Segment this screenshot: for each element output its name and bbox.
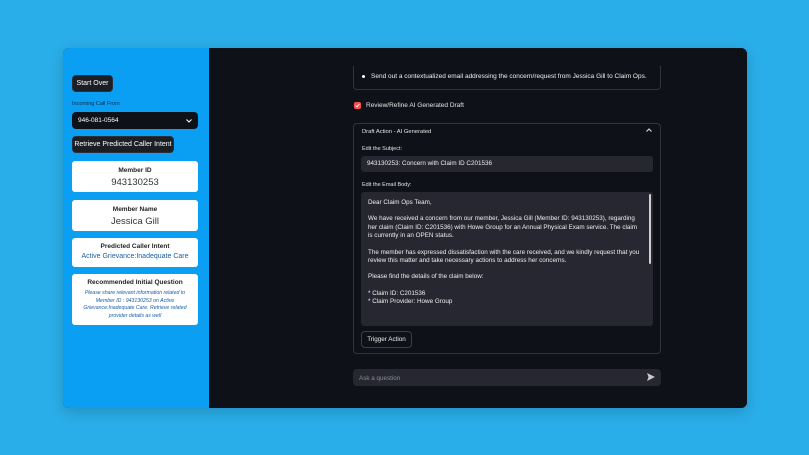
main-panel: Send out a contextualized email addressi…	[209, 48, 747, 408]
caller-intent-value: Active Grievance:Inadequate Care	[81, 253, 189, 260]
sidebar: Start Over Incoming Call From 946-081-05…	[63, 48, 209, 408]
review-draft-checkbox[interactable]	[354, 102, 361, 109]
initial-question-title: Recommended Initial Question	[87, 279, 183, 286]
subject-input[interactable]: 943130253: Concern with Claim ID C201536	[361, 156, 653, 172]
incoming-call-select[interactable]: 946-081-0564	[72, 112, 198, 129]
app-window: Start Over Incoming Call From 946-081-05…	[63, 48, 747, 408]
incoming-call-value: 946-081-0564	[78, 117, 119, 124]
chat-input-bar	[353, 369, 661, 386]
email-paragraph: Please find the details of the claim bel…	[368, 273, 484, 281]
member-name-card: Member Name Jessica Gill	[72, 200, 198, 231]
subject-label: Edit the Subject:	[362, 146, 403, 152]
email-body-scrollbar[interactable]	[649, 194, 651, 264]
member-name-value: Jessica Gill	[110, 216, 160, 227]
email-paragraph: The member has expressed dissatisfaction…	[368, 248, 640, 265]
email-list-item: * Claim Provider: Howe Group	[368, 298, 453, 306]
member-name-title: Member Name	[112, 206, 158, 213]
draft-action-header[interactable]: Draft Action - AI Generated	[362, 129, 431, 135]
caller-intent-card: Predicted Caller Intent Active Grievance…	[72, 238, 198, 267]
chat-input[interactable]	[357, 371, 641, 386]
chevron-up-icon[interactable]	[646, 127, 652, 134]
email-list-item: * Claim ID: C201536	[368, 289, 426, 297]
member-id-title: Member ID	[118, 167, 152, 174]
email-paragraph: Dear Claim Ops Team,	[368, 199, 432, 206]
incoming-call-label: Incoming Call From	[72, 101, 120, 107]
chevron-down-icon	[186, 118, 192, 123]
bullet-icon	[362, 74, 365, 78]
retrieve-intent-button[interactable]: Retrieve Predicted Caller Intent	[72, 136, 174, 153]
trigger-action-button[interactable]: Trigger Action	[361, 331, 412, 348]
action-summary-box: Send out a contextualized email addressi…	[353, 66, 661, 90]
member-id-card: Member ID 943130253	[72, 161, 198, 192]
initial-question-card: Recommended Initial Question Please shar…	[72, 274, 198, 325]
checkmark-icon	[355, 103, 360, 108]
review-draft-label: Review/Refine AI Generated Draft	[366, 102, 464, 109]
caller-intent-title: Predicted Caller Intent	[100, 243, 170, 250]
start-over-button[interactable]: Start Over	[72, 75, 113, 92]
action-summary-text: Send out a contextualized email addressi…	[371, 73, 647, 80]
draft-action-expander: Draft Action - AI Generated Edit the Sub…	[353, 123, 661, 354]
member-id-value: 943130253	[111, 177, 159, 188]
email-body-textarea[interactable]: Dear Claim Ops Team, We have received a …	[361, 192, 653, 326]
review-draft-checkbox-row[interactable]: Review/Refine AI Generated Draft	[354, 102, 464, 109]
email-paragraph: We have received a concern from our memb…	[368, 215, 638, 240]
send-icon[interactable]	[646, 372, 656, 382]
email-body-label: Edit the Email Body:	[362, 182, 412, 188]
initial-question-text: Please share relevant information relate…	[83, 290, 187, 319]
